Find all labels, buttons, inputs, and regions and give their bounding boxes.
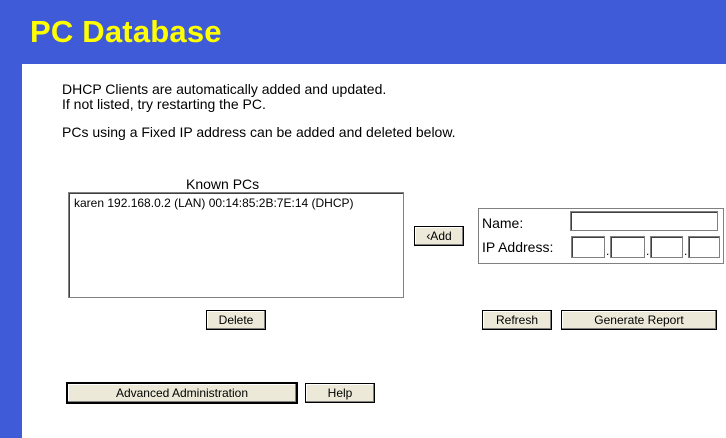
ip-octet-1-input[interactable]	[571, 236, 605, 258]
known-pcs-label: Known PCs	[186, 176, 260, 192]
list-item[interactable]: karen 192.168.0.2 (LAN) 00:14:85:2B:7E:1…	[69, 193, 403, 210]
name-label: Name:	[482, 215, 524, 231]
page-title: PC Database	[30, 14, 222, 49]
delete-button[interactable]: Delete	[206, 310, 266, 330]
refresh-button[interactable]: Refresh	[482, 310, 552, 330]
left-sidebar	[0, 0, 22, 438]
intro-line-1: DHCP Clients are automatically added and…	[62, 81, 387, 97]
ip-octet-4-input[interactable]	[688, 236, 720, 258]
ip-separator: .	[684, 244, 688, 258]
advanced-administration-button[interactable]: Advanced Administration	[66, 382, 298, 404]
ip-octet-3-input[interactable]	[650, 236, 683, 258]
ip-address-label: IP Address:	[482, 239, 554, 255]
intro-line-2: If not listed, try restarting the PC.	[62, 96, 266, 112]
name-input[interactable]	[570, 211, 718, 231]
intro-line-3: PCs using a Fixed IP address can be adde…	[62, 124, 456, 140]
help-button[interactable]: Help	[305, 383, 375, 403]
ip-separator: .	[606, 244, 610, 258]
known-pcs-listbox[interactable]: karen 192.168.0.2 (LAN) 00:14:85:2B:7E:1…	[68, 192, 404, 298]
ip-separator: .	[646, 244, 650, 258]
page-header: PC Database	[0, 0, 726, 64]
add-button[interactable]: ‹Add	[414, 226, 464, 246]
ip-octet-2-input[interactable]	[610, 236, 645, 258]
generate-report-button[interactable]: Generate Report	[561, 310, 717, 330]
